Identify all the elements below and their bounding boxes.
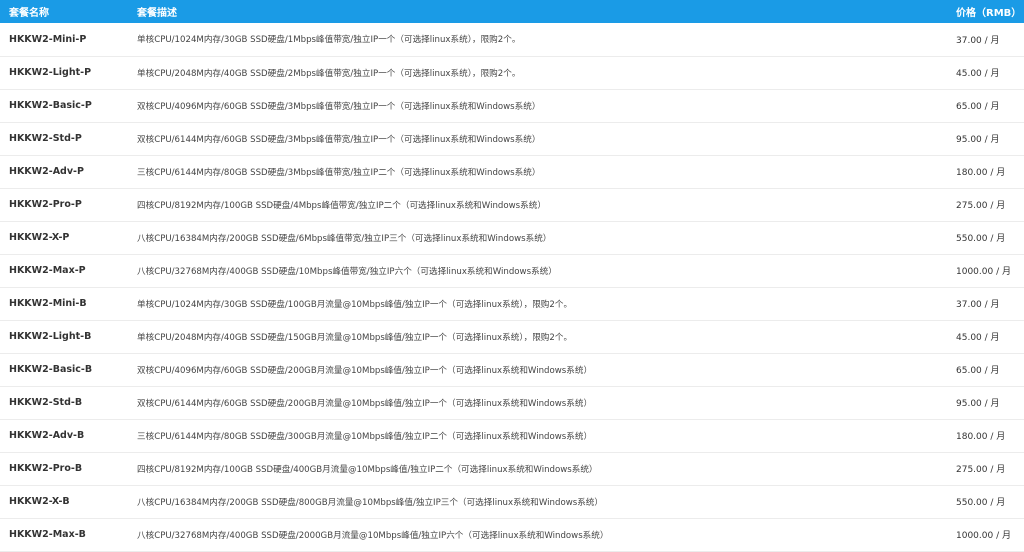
plan-price-cell: 275.00 / 月 [956,188,1024,222]
table-row: HKKW2-Mini-P 单核CPU/1024M内存/30GB SSD硬盘/1Mb… [0,23,1024,57]
header-plan-description: 套餐描述 [137,8,177,19]
plan-price-cell: 550.00 / 月 [956,221,1024,255]
plan-description-cell: 双核CPU/6144M内存/60GB SSD硬盘/3Mbps峰值带宽/独立IP一… [137,122,956,156]
table-row: HKKW2-Max-P 八核CPU/32768M内存/400GB SSD硬盘/10… [0,254,1024,288]
plan-name-cell: HKKW2-Std-P [0,122,137,156]
plan-description-cell: 三核CPU/6144M内存/80GB SSD硬盘/3Mbps峰值带宽/独立IP二… [137,155,956,189]
plan-price-cell: 1000.00 / 月 [956,518,1024,552]
plan-name-cell: HKKW2-Max-P [0,254,137,288]
plan-name-cell: HKKW2-Light-B [0,320,137,354]
plan-name-cell: HKKW2-Max-B [0,518,137,552]
table-row: HKKW2-Adv-B 三核CPU/6144M内存/80GB SSD硬盘/300G… [0,419,1024,453]
plan-price-cell: 45.00 / 月 [956,56,1024,90]
plan-description-cell: 八核CPU/16384M内存/200GB SSD硬盘/6Mbps峰值带宽/独立I… [137,221,956,255]
table-row: HKKW2-Pro-B 四核CPU/8192M内存/100GB SSD硬盘/400… [0,452,1024,486]
plan-price-cell: 37.00 / 月 [956,23,1024,57]
table-row: HKKW2-Pro-P 四核CPU/8192M内存/100GB SSD硬盘/4Mb… [0,188,1024,222]
plan-description-cell: 八核CPU/32768M内存/400GB SSD硬盘/10Mbps峰值带宽/独立… [137,254,956,288]
plan-price-cell: 180.00 / 月 [956,419,1024,453]
plan-description-cell: 八核CPU/32768M内存/400GB SSD硬盘/2000GB月流量@10M… [137,518,956,552]
plan-name-cell: HKKW2-Basic-P [0,89,137,123]
table-row: HKKW2-Light-P 单核CPU/2048M内存/40GB SSD硬盘/2M… [0,56,1024,90]
plan-description-cell: 双核CPU/6144M内存/60GB SSD硬盘/200GB月流量@10Mbps… [137,386,956,420]
plan-description-cell: 单核CPU/2048M内存/40GB SSD硬盘/150GB月流量@10Mbps… [137,320,956,354]
plan-name-cell: HKKW2-Adv-P [0,155,137,189]
table-row: HKKW2-Std-P 双核CPU/6144M内存/60GB SSD硬盘/3Mbp… [0,122,1024,156]
plan-price-cell: 95.00 / 月 [956,122,1024,156]
plan-name-cell: HKKW2-Mini-P [0,23,137,57]
plan-name-cell: HKKW2-Mini-B [0,287,137,321]
table-row: HKKW2-Std-B 双核CPU/6144M内存/60GB SSD硬盘/200G… [0,386,1024,420]
plan-price-cell: 550.00 / 月 [956,485,1024,519]
table-row: HKKW2-Max-B 八核CPU/32768M内存/400GB SSD硬盘/20… [0,518,1024,552]
plan-name-cell: HKKW2-Pro-P [0,188,137,222]
plan-price-cell: 65.00 / 月 [956,353,1024,387]
plan-price-cell: 275.00 / 月 [956,452,1024,486]
table-row: HKKW2-Basic-B 双核CPU/4096M内存/60GB SSD硬盘/20… [0,353,1024,387]
plan-description-cell: 单核CPU/1024M内存/30GB SSD硬盘/1Mbps峰值带宽/独立IP一… [137,23,956,57]
plan-name-cell: HKKW2-Pro-B [0,452,137,486]
plan-description-cell: 单核CPU/1024M内存/30GB SSD硬盘/100GB月流量@10Mbps… [137,287,956,321]
pricing-table: 套餐名称 套餐描述 价格（RMB） HKKW2-Mini-P 单核CPU/1024… [0,0,1024,552]
plan-price-cell: 45.00 / 月 [956,320,1024,354]
table-header: 套餐名称 套餐描述 价格（RMB） [0,0,1024,23]
table-row: HKKW2-Mini-B 单核CPU/1024M内存/30GB SSD硬盘/100… [0,287,1024,321]
header-row: 套餐名称 套餐描述 价格（RMB） [0,0,1024,23]
table-row: HKKW2-Basic-P 双核CPU/4096M内存/60GB SSD硬盘/3M… [0,89,1024,123]
plan-description-cell: 双核CPU/4096M内存/60GB SSD硬盘/3Mbps峰值带宽/独立IP一… [137,89,956,123]
table-row: HKKW2-Light-B 单核CPU/2048M内存/40GB SSD硬盘/15… [0,320,1024,354]
plan-description-cell: 双核CPU/4096M内存/60GB SSD硬盘/200GB月流量@10Mbps… [137,353,956,387]
header-plan-name: 套餐名称 [9,8,49,19]
plan-name-cell: HKKW2-Light-P [0,56,137,90]
plan-description-cell: 三核CPU/6144M内存/80GB SSD硬盘/300GB月流量@10Mbps… [137,419,956,453]
plan-name-cell: HKKW2-Std-B [0,386,137,420]
plan-name-cell: HKKW2-X-B [0,485,137,519]
plan-description-cell: 四核CPU/8192M内存/100GB SSD硬盘/4Mbps峰值带宽/独立IP… [137,188,956,222]
plan-price-cell: 1000.00 / 月 [956,254,1024,288]
plan-name-cell: HKKW2-Adv-B [0,419,137,453]
table-body: HKKW2-Mini-P 单核CPU/1024M内存/30GB SSD硬盘/1Mb… [0,23,1024,552]
plan-description-cell: 八核CPU/16384M内存/200GB SSD硬盘/800GB月流量@10Mb… [137,485,956,519]
plan-price-cell: 65.00 / 月 [956,89,1024,123]
header-price: 价格（RMB） [956,8,1022,19]
table-row: HKKW2-Adv-P 三核CPU/6144M内存/80GB SSD硬盘/3Mbp… [0,155,1024,189]
table-row: HKKW2-X-P 八核CPU/16384M内存/200GB SSD硬盘/6Mbp… [0,221,1024,255]
plan-description-cell: 四核CPU/8192M内存/100GB SSD硬盘/400GB月流量@10Mbp… [137,452,956,486]
plan-price-cell: 180.00 / 月 [956,155,1024,189]
plan-name-cell: HKKW2-X-P [0,221,137,255]
plan-description-cell: 单核CPU/2048M内存/40GB SSD硬盘/2Mbps峰值带宽/独立IP一… [137,56,956,90]
table-row: HKKW2-X-B 八核CPU/16384M内存/200GB SSD硬盘/800G… [0,485,1024,519]
plan-price-cell: 37.00 / 月 [956,287,1024,321]
plan-price-cell: 95.00 / 月 [956,386,1024,420]
plan-name-cell: HKKW2-Basic-B [0,353,137,387]
